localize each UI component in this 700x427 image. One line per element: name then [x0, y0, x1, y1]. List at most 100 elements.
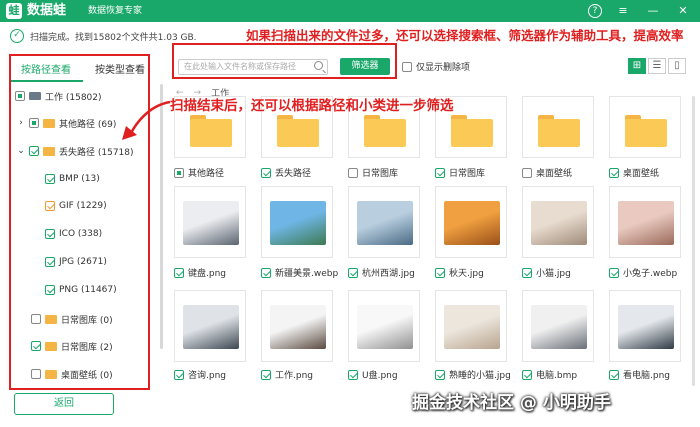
image-card[interactable] — [435, 186, 507, 258]
file-name: 秋天.jpg — [449, 269, 484, 279]
file-name: 电脑.bmp — [536, 371, 578, 381]
list-view-icon[interactable]: ☰ — [648, 58, 666, 74]
work-thumbnail — [270, 305, 326, 349]
sleeping-cat-thumbnail — [444, 305, 500, 349]
consult-thumbnail — [183, 305, 239, 349]
file-name: 桌面壁纸 — [623, 169, 660, 179]
file-name: 看电脑.png — [623, 371, 670, 381]
grid-view-icon[interactable]: ⊞ — [628, 58, 646, 74]
annotation-top-note: 如果扫描出来的文件过多，还可以选择搜索框、筛选器作为辅助工具，提高效率 — [246, 28, 684, 43]
file-checkbox[interactable] — [174, 369, 184, 380]
usb-thumbnail — [357, 305, 413, 349]
file-checkbox[interactable] — [174, 267, 184, 278]
file-caption: 桌面壁纸 — [522, 166, 572, 179]
image-card[interactable] — [609, 186, 681, 258]
file-name: 键盘.png — [188, 269, 226, 279]
folder-icon — [190, 115, 232, 147]
file-checkbox[interactable] — [522, 267, 532, 278]
file-caption: 看电脑.png — [609, 368, 670, 381]
file-caption: 日常图库 — [435, 166, 485, 179]
folder-card[interactable] — [522, 96, 594, 158]
file-checkbox[interactable] — [435, 369, 445, 380]
app-logo-icon: 蛙 — [6, 3, 22, 19]
deleted-only-option[interactable]: 仅显示删除项 — [402, 60, 470, 73]
menu-icon[interactable]: ≡ — [616, 4, 630, 18]
image-card[interactable] — [435, 290, 507, 362]
file-checkbox[interactable] — [348, 369, 358, 380]
file-caption: 键盘.png — [174, 266, 226, 279]
file-caption: 小猫.jpg — [522, 266, 571, 279]
rabbit-thumbnail — [618, 201, 674, 245]
autumn-thumbnail — [444, 201, 500, 245]
file-checkbox[interactable] — [435, 267, 445, 278]
file-checkbox[interactable] — [609, 267, 619, 278]
file-checkbox[interactable] — [261, 369, 271, 380]
keyboard-thumbnail — [183, 201, 239, 245]
app-name: 数据蛙 — [27, 3, 67, 18]
file-name: 小兔子.webp — [623, 269, 678, 279]
file-name: 桌面壁纸 — [536, 169, 573, 179]
image-card[interactable] — [522, 290, 594, 362]
detail-view-icon[interactable]: ▯ — [668, 58, 686, 74]
annotation-search-box — [172, 43, 397, 79]
file-checkbox[interactable] — [261, 167, 271, 178]
lake-thumbnail — [357, 201, 413, 245]
minimize-icon[interactable]: — — [646, 4, 660, 18]
file-checkbox[interactable] — [348, 267, 358, 278]
file-checkbox[interactable] — [522, 167, 532, 178]
image-card[interactable] — [261, 290, 333, 362]
title-bar: 蛙 数据蛙 数据恢复专家 ? ≡ — ✕ — [0, 0, 700, 22]
file-name: 咨询.png — [188, 371, 226, 381]
file-name: 其他路径 — [188, 169, 225, 179]
file-name: 丢失路径 — [275, 169, 312, 179]
image-card[interactable] — [174, 186, 246, 258]
file-caption: 小兔子.webp — [609, 266, 677, 279]
app-subtitle: 数据恢复专家 — [88, 6, 143, 16]
folder-icon — [625, 115, 667, 147]
help-icon[interactable]: ? — [588, 4, 602, 18]
file-caption: 其他路径 — [174, 166, 224, 179]
folder-icon — [277, 115, 319, 147]
kitten-thumbnail — [531, 201, 587, 245]
file-name: 熟睡的小猫.jpg — [449, 371, 511, 381]
watermark: 掘金技术社区 @ 小明助手 — [412, 393, 611, 413]
image-card[interactable] — [261, 186, 333, 258]
folder-icon — [451, 115, 493, 147]
file-checkbox[interactable] — [348, 167, 358, 178]
file-checkbox[interactable] — [609, 167, 619, 178]
image-card[interactable] — [174, 290, 246, 362]
image-card[interactable] — [609, 290, 681, 362]
image-card[interactable] — [348, 290, 420, 362]
file-caption: 桌面壁纸 — [609, 166, 659, 179]
file-caption: 杭州西湖.jpg — [348, 266, 415, 279]
file-checkbox[interactable] — [522, 369, 532, 380]
file-checkbox[interactable] — [435, 167, 445, 178]
file-caption: 咨询.png — [174, 368, 226, 381]
folder-card[interactable] — [609, 96, 681, 158]
file-caption: 熟睡的小猫.jpg — [435, 368, 511, 381]
file-checkbox[interactable] — [609, 369, 619, 380]
file-caption: U盘.png — [348, 368, 398, 381]
file-caption: 秋天.jpg — [435, 266, 484, 279]
file-checkbox[interactable] — [174, 167, 184, 178]
deleted-only-checkbox[interactable] — [402, 61, 412, 72]
annotation-side-note: 扫描结束后，还可以根据路径和小类进一步筛选 — [170, 98, 454, 114]
scan-status-text: 扫描完成。找到15802个文件共1.03 GB. — [30, 32, 197, 43]
image-card[interactable] — [522, 186, 594, 258]
file-name: 小猫.jpg — [536, 269, 571, 279]
file-checkbox[interactable] — [261, 267, 271, 278]
close-icon[interactable]: ✕ — [676, 4, 690, 18]
folder-icon — [538, 115, 580, 147]
annotation-arrow-icon — [122, 100, 171, 140]
file-caption: 电脑.bmp — [522, 368, 577, 381]
image-card[interactable] — [348, 186, 420, 258]
watch-laptop-thumbnail — [618, 305, 674, 349]
laptop-thumbnail — [531, 305, 587, 349]
grid-scrollbar[interactable] — [692, 96, 695, 386]
check-circle-icon: ✓ — [10, 29, 24, 43]
file-name: 杭州西湖.jpg — [362, 269, 415, 279]
file-name: 工作.png — [275, 371, 313, 381]
file-caption: 丢失路径 — [261, 166, 311, 179]
back-button[interactable]: 返回 — [14, 393, 114, 415]
file-caption: 新疆美景.webp — [261, 266, 338, 279]
